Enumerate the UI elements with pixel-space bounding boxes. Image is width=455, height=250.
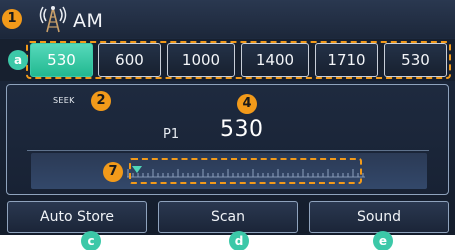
preset-label: 1710 <box>327 51 366 69</box>
display-divider <box>27 150 429 151</box>
antenna-icon <box>39 6 67 33</box>
preset-button-6[interactable]: 530 <box>384 43 447 77</box>
tuner-highlight <box>129 158 362 184</box>
callout-a: a <box>8 50 28 70</box>
callout-d: d <box>229 231 249 250</box>
preset-label: 530 <box>47 51 76 69</box>
preset-row: 530 600 1000 1400 1710 530 <box>0 39 455 81</box>
preset-button-1[interactable]: 530 <box>30 43 93 77</box>
callout-c: c <box>81 231 101 250</box>
preset-label: 600 <box>115 51 144 69</box>
radio-screen: AM 530 600 1000 1400 1710 530 SEEK P1 53… <box>0 0 455 235</box>
preset-button-5[interactable]: 1710 <box>315 43 378 77</box>
band-title: AM <box>73 10 104 32</box>
auto-store-label: Auto Store <box>40 209 114 225</box>
frequency-display: SEEK P1 530 <box>6 84 449 195</box>
callout-e: e <box>373 231 393 250</box>
callout-4: 4 <box>237 94 257 114</box>
sound-button[interactable]: Sound <box>309 201 449 233</box>
tuner-marker-icon[interactable] <box>132 166 142 173</box>
preset-label: 530 <box>401 51 430 69</box>
tuner-bar[interactable] <box>31 153 427 189</box>
scan-label: Scan <box>210 209 246 225</box>
scan-button[interactable]: Scan <box>158 201 298 233</box>
auto-store-button[interactable]: Auto Store <box>7 201 147 233</box>
title-bar: AM <box>0 0 455 38</box>
seek-label: SEEK <box>53 96 75 105</box>
preset-label: 1400 <box>255 51 295 69</box>
sound-label: Sound <box>356 209 402 225</box>
preset-number-label: P1 <box>163 127 180 142</box>
frequency-value: 530 <box>220 117 264 142</box>
callout-2: 2 <box>91 91 111 111</box>
preset-label: 1000 <box>181 51 221 69</box>
callout-7: 7 <box>103 162 123 182</box>
callout-1: 1 <box>2 9 22 29</box>
preset-button-2[interactable]: 600 <box>98 43 161 77</box>
preset-button-3[interactable]: 1000 <box>167 43 235 77</box>
preset-button-4[interactable]: 1400 <box>241 43 309 77</box>
